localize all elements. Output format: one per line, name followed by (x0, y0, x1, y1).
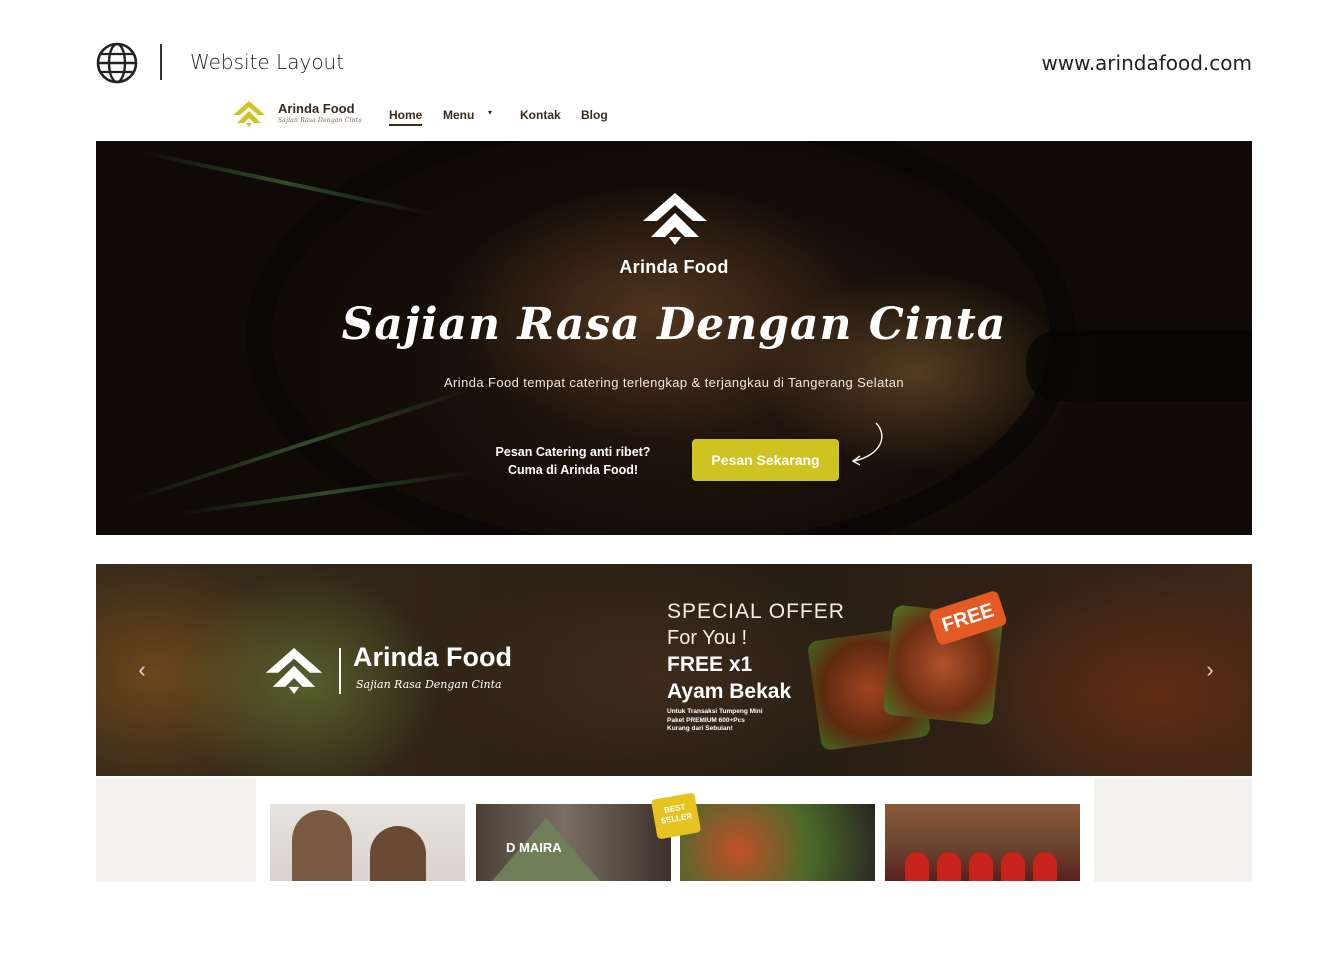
hero-cta-question: Pesan Catering anti ribet? Cuma di Arind… (476, 443, 670, 479)
nav-brand[interactable]: Arinda Food (278, 101, 355, 116)
person-image (370, 826, 426, 881)
presentation-url: www.arindafood.com (1041, 51, 1252, 75)
red-box-image (905, 852, 929, 881)
red-box-image (1001, 852, 1025, 881)
promo-carousel: ‹ Arinda Food Sajian Rasa Dengan Cinta S… (96, 564, 1252, 776)
site-nav: Arinda Food Sajian Rasa Dengan Cinta Hom… (232, 98, 652, 130)
nav-link-blog[interactable]: Blog (581, 108, 608, 122)
hero-slogan: Sajian Rasa Dengan Cinta (341, 299, 1007, 350)
hero-cta-question-line2: Cuma di Arinda Food! (507, 463, 639, 477)
curved-arrow-icon (851, 422, 883, 466)
promo-dish-name: Ayam Bekak (667, 680, 792, 703)
best-seller-badge: BEST SELLER (650, 792, 702, 840)
promo-terms-line: Untuk Transaksi Tumpeng Mini (667, 708, 763, 715)
promo-free-line: FREE x1 (667, 653, 753, 676)
arinda-logo-icon[interactable] (232, 100, 266, 128)
gallery-side-panel (96, 778, 256, 882)
person-image (292, 810, 352, 881)
promo-terms-line: Kurang dari Sebulan! (667, 725, 733, 732)
promo-tagline: Sajian Rasa Dengan Cinta (356, 678, 502, 691)
promo-offer-subtitle: For You ! (667, 627, 748, 649)
nav-tagline: Sajian Rasa Dengan Cinta (278, 117, 363, 124)
order-now-button[interactable]: Pesan Sekarang (692, 439, 839, 481)
gallery-thumb-red-boxes[interactable] (885, 804, 1080, 881)
nav-link-home[interactable]: Home (389, 108, 423, 126)
arinda-logo-icon (643, 193, 707, 245)
arinda-logo-icon (265, 648, 323, 694)
promo-divider (339, 648, 341, 694)
hero-banner: Arinda Food Sajian Rasa Dengan Cinta Ari… (96, 141, 1252, 535)
red-box-image (1033, 852, 1057, 881)
nav-link-menu[interactable]: Menu (443, 108, 474, 122)
gallery-side-panel (1094, 778, 1252, 882)
carousel-next-button[interactable]: › (1200, 656, 1220, 684)
promo-terms-line: Paket PREMIUM 600+Pcs (667, 716, 745, 724)
presentation-title: Website Layout (190, 50, 345, 74)
header-divider (160, 44, 162, 80)
gallery-thumb-founders[interactable] (270, 804, 465, 881)
red-box-image (937, 852, 961, 881)
tumpeng-label: D MAIRA (506, 840, 562, 855)
globe-icon (96, 42, 138, 84)
gallery-thumb-catering-spread[interactable] (680, 804, 875, 881)
gallery-thumb-tumpeng[interactable]: D MAIRA (476, 804, 671, 881)
promo-terms: Untuk Transaksi Tumpeng Mini Paket PREMI… (667, 708, 797, 734)
red-box-image (969, 852, 993, 881)
chevron-down-icon[interactable]: ▾ (488, 108, 492, 117)
hero-subtitle: Arinda Food tempat catering terlengkap &… (443, 375, 904, 390)
carousel-prev-button[interactable]: ‹ (132, 656, 152, 684)
promo-brand: Arinda Food (353, 642, 512, 672)
hero-brand: Arinda Food (619, 257, 729, 277)
hero-cta-question-line1: Pesan Catering anti ribet? (495, 445, 651, 459)
nav-link-kontak[interactable]: Kontak (520, 108, 561, 122)
